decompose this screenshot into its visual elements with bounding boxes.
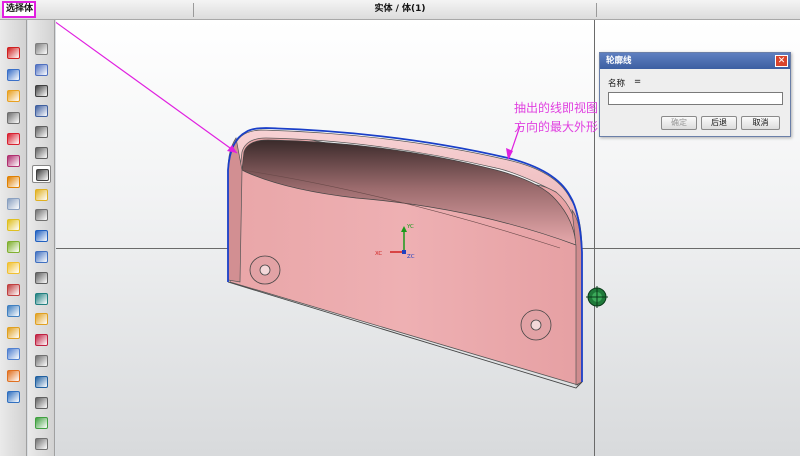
dialog-title-bar[interactable]: 轮廓线 ✕ <box>600 53 790 69</box>
tools-icon <box>36 168 49 181</box>
axis-label-z: ZC <box>407 254 415 260</box>
layers-icon <box>35 188 48 201</box>
measure-button[interactable] <box>32 102 51 120</box>
gear-icon <box>35 334 48 347</box>
outline-curve-dialog: 轮廓线 ✕ 名称 = 确定 后退 取消 <box>599 52 791 137</box>
route-button[interactable] <box>32 373 51 391</box>
table-icon <box>35 209 48 222</box>
tools-button[interactable] <box>32 164 51 183</box>
document-button[interactable] <box>32 40 51 58</box>
ruler-button[interactable] <box>32 269 51 287</box>
top-status-bar: 选择体 实体 / 体(1) <box>0 0 800 20</box>
trim-icon <box>7 369 20 382</box>
block-icon <box>7 47 20 59</box>
block-button[interactable] <box>4 44 23 62</box>
datum-plane-icon <box>7 154 20 167</box>
paint-icon <box>35 292 48 305</box>
chamfer-button[interactable] <box>4 216 23 234</box>
utility-toolbar <box>28 20 55 456</box>
section-icon <box>35 251 48 263</box>
blend-button[interactable] <box>4 195 23 213</box>
trim-button[interactable] <box>4 367 23 385</box>
frame-icon <box>35 147 48 159</box>
extrude-icon <box>7 176 20 188</box>
axis-label-x: XC <box>375 251 382 257</box>
fillet-icon <box>7 240 20 253</box>
thicken-icon <box>7 305 20 317</box>
chamfer-icon <box>7 219 20 231</box>
window-title: 实体 / 体(1) <box>374 4 426 14</box>
crosshair-icon <box>35 396 48 409</box>
shell-icon <box>7 262 20 274</box>
datum-plane-button[interactable] <box>4 152 23 170</box>
mirror-icon <box>7 348 20 360</box>
mounting-hole[interactable] <box>520 309 552 341</box>
mounting-hole[interactable] <box>249 255 281 285</box>
stairs-icon <box>35 313 48 326</box>
sketch-icon <box>7 111 20 124</box>
table-button[interactable] <box>32 206 51 224</box>
axis-label-y: YC <box>406 224 414 230</box>
pointer-line <box>56 21 238 154</box>
route-icon <box>35 375 48 388</box>
frame-button[interactable] <box>32 144 51 162</box>
measure-icon <box>35 105 48 118</box>
name-label: 名称 <box>608 79 626 89</box>
name-equals: = <box>634 77 642 87</box>
split-icon <box>7 391 20 403</box>
axes-button[interactable] <box>32 82 51 100</box>
snap-button[interactable] <box>32 352 51 370</box>
ruler-icon <box>35 271 48 284</box>
split-button[interactable] <box>4 388 23 406</box>
ok-button[interactable]: 确定 <box>661 116 697 130</box>
snap-icon <box>35 355 48 367</box>
mirror-button[interactable] <box>4 345 23 363</box>
check-button[interactable] <box>32 414 51 432</box>
grid-icon <box>35 63 48 76</box>
rotate-point-icon[interactable] <box>586 286 608 308</box>
gear-button[interactable] <box>32 331 51 349</box>
cube-icon <box>7 133 20 145</box>
divider <box>596 3 597 17</box>
pattern-icon <box>7 326 20 339</box>
axes-icon <box>35 84 48 97</box>
view-button[interactable] <box>32 123 51 141</box>
union-icon <box>7 90 20 102</box>
shell-button[interactable] <box>4 259 23 277</box>
box-icon <box>35 438 48 451</box>
union-button[interactable] <box>4 87 23 105</box>
pattern-button[interactable] <box>4 324 23 342</box>
hole-button[interactable] <box>4 281 23 299</box>
extrude-button[interactable] <box>4 173 23 191</box>
box-button[interactable] <box>32 435 51 453</box>
cancel-button[interactable]: 取消 <box>741 116 780 130</box>
cylinder-icon <box>7 68 20 81</box>
document-icon <box>35 43 48 55</box>
check-icon <box>35 417 48 430</box>
blend-icon <box>7 197 20 210</box>
cube-button[interactable] <box>4 130 23 148</box>
dialog-title: 轮廓线 <box>606 56 632 66</box>
grid-button[interactable] <box>32 61 51 79</box>
view-icon <box>35 126 48 139</box>
crosshair-button[interactable] <box>32 394 51 412</box>
close-icon[interactable]: ✕ <box>775 55 788 67</box>
back-button[interactable]: 后退 <box>701 116 737 130</box>
divider <box>193 3 194 17</box>
selection-prompt: 选择体 <box>2 1 36 18</box>
thicken-button[interactable] <box>4 302 23 320</box>
fillet-button[interactable] <box>4 238 23 256</box>
section-button[interactable] <box>32 248 51 266</box>
solid-body[interactable] <box>227 129 583 389</box>
name-input[interactable] <box>608 92 783 105</box>
hole-icon <box>7 283 20 296</box>
layers-button[interactable] <box>32 186 51 204</box>
dimension-icon <box>35 230 48 243</box>
stairs-button[interactable] <box>32 310 51 328</box>
sketch-button[interactable] <box>4 109 23 127</box>
paint-button[interactable] <box>32 290 51 308</box>
cylinder-button[interactable] <box>4 66 23 84</box>
dimension-button[interactable] <box>32 227 51 245</box>
feature-toolbar <box>0 20 27 456</box>
